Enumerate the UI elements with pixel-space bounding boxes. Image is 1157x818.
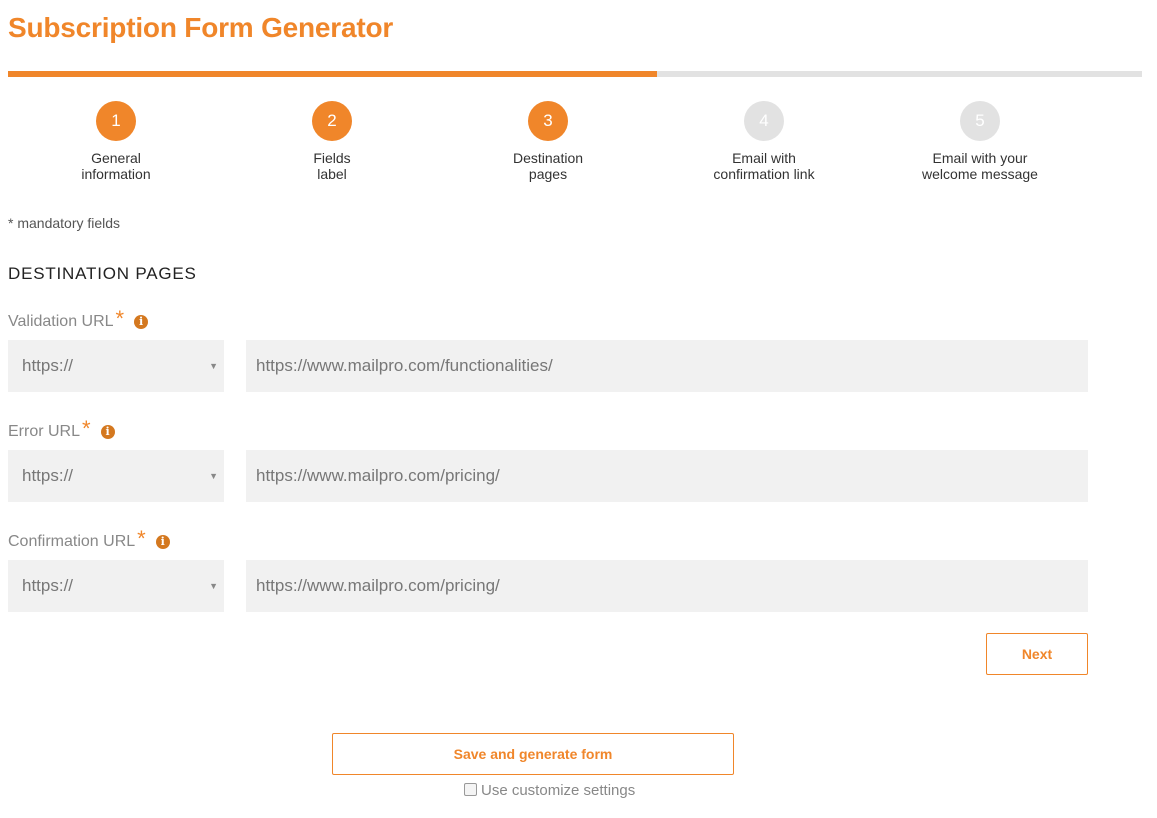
- step-label: Destination pages: [512, 150, 584, 182]
- step-label: Email with your welcome message: [922, 150, 1038, 182]
- chevron-down-icon: ▼: [209, 581, 218, 591]
- checkbox-label: Use customize settings: [481, 782, 636, 799]
- selected-value: https://: [22, 356, 74, 375]
- use-customize-settings-checkbox[interactable]: Use customize settings: [464, 782, 635, 799]
- selected-value: https://: [22, 466, 74, 485]
- error-url-input[interactable]: [246, 450, 1088, 502]
- confirmation-url-input[interactable]: [246, 560, 1088, 612]
- step-number: 2: [312, 101, 352, 141]
- field-label-text: Confirmation URL: [8, 533, 136, 550]
- step-fields-label[interactable]: 2 Fields label: [232, 101, 432, 182]
- checkbox-icon[interactable]: [464, 783, 477, 796]
- step-email-welcome-message[interactable]: 5 Email with your welcome message: [880, 101, 1080, 182]
- validation-url-label: Validation URL * i: [8, 306, 149, 335]
- step-destination-pages[interactable]: 3 Destination pages: [448, 101, 648, 182]
- validation-url-protocol-select[interactable]: https:// ▼: [8, 340, 224, 392]
- info-icon[interactable]: i: [100, 425, 115, 439]
- required-mark: *: [137, 526, 146, 551]
- step-label: General information: [81, 150, 151, 182]
- step-label: Email with confirmation link: [713, 150, 815, 182]
- info-icon[interactable]: i: [155, 535, 170, 549]
- next-button[interactable]: Next: [986, 633, 1088, 675]
- section-heading: DESTINATION PAGES: [8, 264, 197, 283]
- info-icon[interactable]: i: [134, 315, 149, 329]
- progress-bar-fill: [8, 71, 657, 77]
- step-number: 3: [528, 101, 568, 141]
- validation-url-input[interactable]: [246, 340, 1088, 392]
- confirmation-url-protocol-select[interactable]: https:// ▼: [8, 560, 224, 612]
- confirmation-url-label: Confirmation URL * i: [8, 526, 170, 555]
- page-title: Subscription Form Generator: [8, 12, 394, 43]
- step-number: 5: [960, 101, 1000, 141]
- mandatory-fields-note: * mandatory fields: [8, 215, 121, 231]
- error-url-protocol-select[interactable]: https:// ▼: [8, 450, 224, 502]
- field-label-text: Validation URL: [8, 313, 114, 330]
- step-label: Fields label: [313, 150, 351, 182]
- selected-value: https://: [22, 576, 74, 595]
- error-url-label: Error URL * i: [8, 416, 115, 445]
- required-mark: *: [82, 416, 91, 441]
- step-number: 4: [744, 101, 784, 141]
- field-label-text: Error URL: [8, 423, 81, 440]
- save-and-generate-form-button[interactable]: Save and generate form: [332, 733, 734, 775]
- step-general-information[interactable]: 1 General information: [16, 101, 216, 182]
- required-mark: *: [115, 306, 125, 331]
- step-email-confirmation-link[interactable]: 4 Email with confirmation link: [664, 101, 864, 182]
- step-number: 1: [96, 101, 136, 141]
- chevron-down-icon: ▼: [209, 361, 218, 371]
- chevron-down-icon: ▼: [209, 471, 218, 481]
- progress-bar: [8, 71, 1142, 77]
